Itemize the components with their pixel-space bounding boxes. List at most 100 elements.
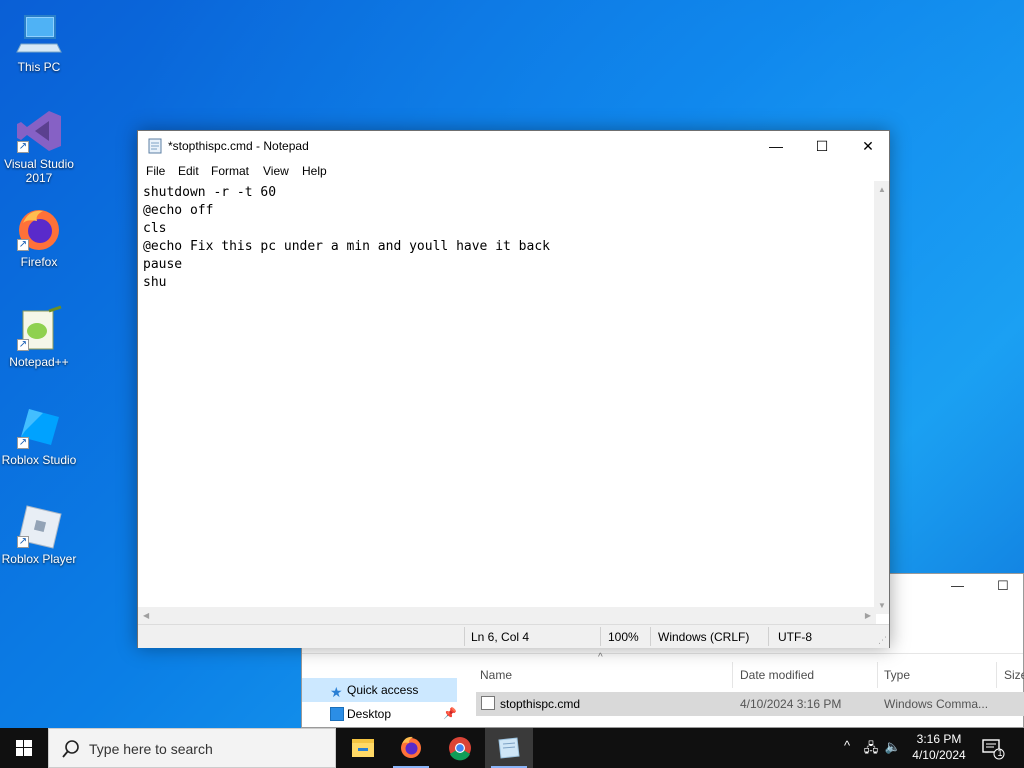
encoding: UTF-8 (778, 630, 812, 644)
notepad-icon (147, 138, 163, 154)
taskbar: Type here to search ^ 🖧 🔈 3:16 PM 4/10/2… (0, 728, 1024, 768)
folder-icon (352, 739, 374, 757)
maximize-icon: ☐ (815, 138, 829, 154)
file-type: Windows Comma... (884, 697, 989, 711)
windows-logo-icon (16, 740, 32, 756)
volume-muted-icon[interactable]: 🔈 (884, 739, 902, 757)
close-icon: ✕ (862, 138, 874, 154)
explorer-maximize-button[interactable]: ☐ (997, 578, 1009, 594)
menu-file[interactable]: File (146, 164, 165, 178)
network-icon[interactable]: 🖧 (862, 739, 880, 757)
taskbar-clock[interactable]: 3:16 PM 4/10/2024 (905, 731, 973, 763)
column-header-size[interactable]: Size (1004, 668, 1024, 682)
nav-item-quick-access[interactable]: ★ Quick access (302, 678, 457, 702)
chrome-icon (449, 737, 471, 761)
horizontal-scrollbar[interactable]: ◀ ▶ (138, 607, 876, 624)
notepad-plus-plus-icon: ↗ (15, 305, 63, 353)
notification-count-badge: 1 (997, 748, 1003, 758)
resize-grip-icon[interactable]: ⋰ (878, 635, 887, 646)
status-divider (650, 627, 651, 646)
action-center-button[interactable]: 1 (980, 736, 1006, 760)
sort-chevron-icon: ^ (598, 652, 603, 663)
desktop-folder-icon (330, 707, 344, 721)
desktop-icon-label: Firefox (20, 255, 58, 269)
computer-icon (15, 10, 63, 58)
desktop-icon-roblox-player[interactable]: ↗ Roblox Player (1, 502, 77, 566)
status-divider (464, 627, 465, 646)
column-header-type[interactable]: Type (884, 668, 910, 682)
menu-edit[interactable]: Edit (178, 164, 199, 178)
menu-help[interactable]: Help (302, 164, 327, 178)
nav-item-desktop[interactable]: Desktop 📌 (302, 702, 457, 726)
pin-icon: 📌 (443, 708, 457, 720)
column-header-date-modified[interactable]: Date modified (740, 668, 814, 682)
minimize-button[interactable]: — (753, 131, 799, 161)
explorer-window-controls: — ☐ (923, 574, 1023, 602)
shortcut-arrow-icon: ↗ (17, 339, 29, 351)
taskbar-notepad[interactable] (485, 728, 533, 768)
minimize-icon: — (769, 138, 783, 154)
firefox-icon: ↗ (15, 205, 63, 253)
file-row[interactable]: stopthispc.cmd 4/10/2024 3:16 PM Windows… (476, 692, 1024, 716)
text-editor-area[interactable]: shutdown -r -t 60 @echo off cls @echo Fi… (138, 181, 876, 614)
desktop-icon-roblox-studio[interactable]: ↗ Roblox Studio (1, 403, 77, 467)
notepad-title-bar[interactable]: *stopthispc.cmd - Notepad — ☐ ✕ (138, 131, 889, 161)
notepad-icon (498, 737, 520, 759)
shortcut-arrow-icon: ↗ (17, 141, 29, 153)
column-header-name[interactable]: Name (480, 668, 512, 682)
scroll-right-arrow-icon[interactable]: ▶ (865, 611, 871, 620)
star-icon: ★ (330, 684, 343, 700)
column-divider[interactable] (732, 662, 733, 688)
taskbar-search-box[interactable]: Type here to search (48, 728, 336, 768)
clock-time: 3:16 PM (916, 732, 962, 746)
desktop-icon-label: Roblox Player (1, 552, 77, 566)
menu-bar: File Edit Format View Help (138, 161, 889, 181)
desktop-icon-notepad-plus-plus[interactable]: ↗ Notepad++ (1, 305, 77, 369)
zoom-level: 100% (608, 630, 639, 644)
shortcut-arrow-icon: ↗ (17, 239, 29, 251)
status-bar: Ln 6, Col 4 100% Windows (CRLF) UTF-8 ⋰ (138, 624, 889, 648)
desktop-icon-firefox[interactable]: ↗ Firefox (1, 205, 77, 269)
menu-format[interactable]: Format (211, 164, 249, 178)
line-ending: Windows (CRLF) (658, 630, 750, 644)
nav-item-label: Desktop (347, 707, 392, 721)
show-hidden-icons-chevron-icon[interactable]: ^ (838, 738, 856, 756)
file-date-modified: 4/10/2024 3:16 PM (740, 697, 842, 711)
taskbar-file-explorer[interactable] (339, 728, 387, 768)
search-placeholder: Type here to search (89, 741, 213, 757)
desktop-icon-visual-studio[interactable]: ↗ Visual Studio 2017 (1, 107, 77, 185)
window-title: *stopthispc.cmd - Notepad (168, 139, 309, 153)
column-divider[interactable] (877, 662, 878, 688)
search-icon (62, 740, 79, 758)
roblox-studio-icon: ↗ (15, 403, 63, 451)
cmd-file-icon (481, 696, 495, 710)
notepad-window[interactable]: *stopthispc.cmd - Notepad — ☐ ✕ File Edi… (137, 130, 890, 648)
shortcut-arrow-icon: ↗ (17, 536, 29, 548)
scroll-left-arrow-icon[interactable]: ◀ (143, 611, 149, 620)
status-divider (768, 627, 769, 646)
menu-view[interactable]: View (263, 164, 289, 178)
file-name: stopthispc.cmd (500, 697, 581, 711)
taskbar-firefox[interactable] (387, 728, 435, 768)
desktop-icon-label: Notepad++ (9, 355, 69, 369)
desktop-icon-this-pc[interactable]: This PC (1, 10, 77, 74)
vertical-scrollbar[interactable]: ▲ ▼ (874, 181, 889, 614)
close-button[interactable]: ✕ (845, 131, 891, 161)
desktop-icon-label: Roblox Studio (1, 453, 77, 467)
explorer-navigation-pane: ★ Quick access Desktop 📌 (302, 654, 462, 729)
desktop-icon-label: Visual Studio 2017 (4, 157, 74, 185)
scroll-down-arrow-icon[interactable]: ▼ (878, 601, 886, 610)
scroll-up-arrow-icon[interactable]: ▲ (878, 185, 886, 194)
maximize-button[interactable]: ☐ (799, 131, 845, 161)
taskbar-chrome[interactable] (436, 728, 484, 768)
explorer-minimize-button[interactable]: — (951, 578, 964, 593)
explorer-column-headers: ^ Name Date modified Type Size (472, 652, 1024, 688)
nav-item-label: Quick access (347, 683, 419, 697)
firefox-icon (401, 736, 421, 758)
desktop-icon-label: This PC (17, 60, 61, 74)
cursor-position: Ln 6, Col 4 (471, 630, 530, 644)
start-button[interactable] (0, 728, 48, 768)
clock-date: 4/10/2024 (912, 748, 966, 762)
column-divider[interactable] (996, 662, 997, 688)
shortcut-arrow-icon: ↗ (17, 437, 29, 449)
